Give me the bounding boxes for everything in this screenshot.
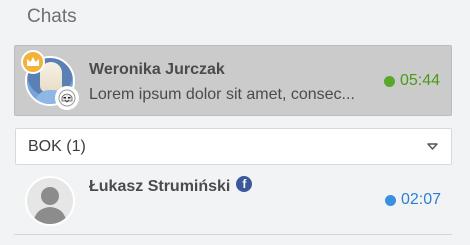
- facebook-icon: f: [236, 176, 253, 192]
- chevron-down-icon: [427, 143, 438, 150]
- status-dot: [384, 194, 396, 206]
- contact-name: Łukasz Strumiński: [89, 178, 231, 195]
- avatar-placeholder-icon: [25, 176, 75, 226]
- message-preview: Lorem ipsum dolor sit amet, consec...: [89, 86, 355, 103]
- chats-panel: Chats Weronika Jurczak Lorem ipsum dolor: [0, 0, 470, 245]
- chat-time: 02:07: [384, 191, 441, 209]
- chat-item-active[interactable]: Weronika Jurczak Lorem ipsum dolor sit a…: [14, 45, 452, 116]
- chat-time-label: 02:07: [400, 191, 441, 208]
- divider: [14, 234, 452, 235]
- stormtrooper-avatar-icon: [55, 86, 79, 110]
- section-title: Chats: [27, 6, 77, 27]
- chat-item[interactable]: Łukasz Strumiński f 02:07: [14, 168, 452, 234]
- chat-time-label: 05:44: [399, 72, 440, 89]
- contact-name: Weronika Jurczak: [89, 61, 225, 78]
- avatar-group: [21, 50, 79, 110]
- crown-icon: [21, 50, 45, 74]
- group-toggle-bok[interactable]: BOK (1): [15, 128, 452, 165]
- contact-name-row: Łukasz Strumiński f: [89, 176, 253, 196]
- group-label: BOK (1): [28, 137, 86, 155]
- chat-time: 05:44: [383, 72, 440, 90]
- online-status-dot: [383, 75, 395, 87]
